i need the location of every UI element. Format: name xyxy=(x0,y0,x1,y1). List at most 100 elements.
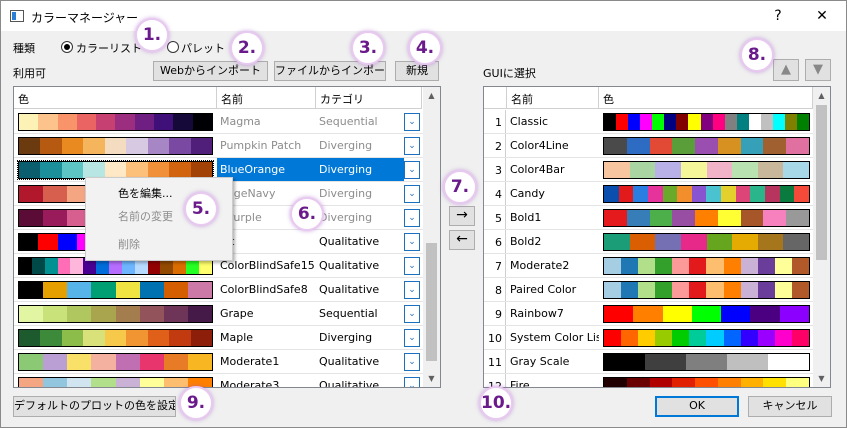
ok-button[interactable]: OK xyxy=(655,396,739,417)
move-down-button[interactable]: ▼ xyxy=(805,59,831,81)
category-dropdown-icon[interactable]: ⌄ xyxy=(404,329,420,347)
row-name: Pumpkin Patch xyxy=(220,139,302,152)
table-row[interactable]: Magma Sequential ⌄ xyxy=(14,110,423,134)
scroll-down-icon[interactable]: ▼ xyxy=(423,370,440,387)
scroll-thumb[interactable] xyxy=(816,105,827,260)
category-dropdown-icon[interactable]: ⌄ xyxy=(404,353,420,371)
new-button[interactable]: 新規 xyxy=(395,61,439,81)
table-row[interactable]: ColorBlindSafe8 Qualitative ⌄ xyxy=(14,278,423,302)
callout-9: 9. xyxy=(179,386,213,420)
callout-10: 10. xyxy=(479,386,513,420)
row-index: 4 xyxy=(484,182,506,206)
menu-item-edit-color[interactable]: 色を編集... xyxy=(118,185,173,201)
gui-color-table[interactable]: 名前 色 1 Classic 2 Color4Line 3 Color4Bar 4 Candy… xyxy=(483,86,831,388)
table-row[interactable]: 5 Bold1 xyxy=(484,206,813,230)
color-swatch-strip xyxy=(603,377,810,387)
callout-4: 4. xyxy=(408,31,442,65)
col-header-category[interactable]: カテゴリ xyxy=(316,87,422,109)
color-manager-dialog: カラーマネージャー ? ✕ 種類 カラーリスト パレット 利用可 Webからイン… xyxy=(0,0,847,428)
col-header-color[interactable]: 色 xyxy=(599,87,813,109)
close-button[interactable]: ✕ xyxy=(809,5,835,27)
cancel-button[interactable]: キャンセル xyxy=(748,396,832,417)
category-dropdown-icon[interactable]: ⌄ xyxy=(404,233,420,251)
radio-colorlist-label[interactable]: カラーリスト xyxy=(76,40,142,56)
table-row[interactable]: 1 Classic xyxy=(484,110,813,134)
menu-item-rename[interactable]: 名前の変更 xyxy=(118,208,173,224)
table-row[interactable]: Moderate3 Qualitative ⌄ xyxy=(14,374,423,388)
table-row[interactable]: 10 System Color List xyxy=(484,326,813,350)
help-button[interactable]: ? xyxy=(765,5,791,27)
menu-item-delete[interactable]: 削除 xyxy=(118,236,140,252)
table-row[interactable]: 2 Color4Line xyxy=(484,134,813,158)
move-left-button[interactable]: ← xyxy=(449,230,475,250)
scroll-up-icon[interactable]: ▲ xyxy=(813,87,830,104)
table-row[interactable]: Pumpkin Patch Diverging ⌄ xyxy=(14,134,423,158)
arrow-right-icon: → xyxy=(456,207,468,223)
row-index: 5 xyxy=(484,206,506,230)
row-category: Sequential xyxy=(319,307,378,320)
row-index: 6 xyxy=(484,230,506,254)
col-header-color[interactable]: 色 xyxy=(14,87,217,109)
color-swatch-strip xyxy=(603,113,810,131)
category-dropdown-icon[interactable]: ⌄ xyxy=(404,257,420,275)
color-swatch-strip xyxy=(18,113,213,131)
table-row[interactable]: Moderate1 Qualitative ⌄ xyxy=(14,350,423,374)
table-row[interactable]: 4 Candy xyxy=(484,182,813,206)
color-swatch-strip xyxy=(18,329,213,347)
table-row[interactable]: 6 Bold2 xyxy=(484,230,813,254)
col-header-index xyxy=(484,87,507,109)
left-scrollbar[interactable]: ▲ ▼ xyxy=(423,87,440,387)
category-dropdown-icon[interactable]: ⌄ xyxy=(404,137,420,155)
table-row[interactable]: 3 Color4Bar xyxy=(484,158,813,182)
scroll-down-icon[interactable]: ▼ xyxy=(813,370,830,387)
row-category: Qualitative xyxy=(319,355,380,368)
arrow-up-icon: ▲ xyxy=(781,62,791,77)
category-dropdown-icon[interactable]: ⌄ xyxy=(404,113,420,131)
category-dropdown-icon[interactable]: ⌄ xyxy=(404,185,420,203)
col-header-name[interactable]: 名前 xyxy=(507,87,599,109)
row-name: System Color List xyxy=(510,331,599,344)
type-label: 種類 xyxy=(13,42,35,55)
radio-palette-label[interactable]: パレット xyxy=(181,40,225,56)
color-swatch-strip xyxy=(603,161,810,179)
table-row[interactable]: 12 Fire xyxy=(484,374,813,387)
table-row[interactable]: 7 Moderate2 xyxy=(484,254,813,278)
table-row[interactable]: 11 Gray Scale xyxy=(484,350,813,374)
category-dropdown-icon[interactable]: ⌄ xyxy=(404,281,420,299)
row-category: Qualitative xyxy=(319,379,380,388)
table-row[interactable]: 9 Rainbow7 xyxy=(484,302,813,326)
row-name: Moderate2 xyxy=(510,259,570,272)
radio-palette[interactable] xyxy=(167,41,179,53)
scroll-thumb[interactable] xyxy=(426,243,437,361)
color-swatch-strip xyxy=(18,281,213,299)
radio-colorlist[interactable] xyxy=(61,41,73,53)
set-default-plot-colors-button[interactable]: デフォルトのプロットの色を設定 xyxy=(13,396,176,417)
color-swatch-strip xyxy=(18,305,213,323)
color-swatch-strip xyxy=(18,353,213,371)
row-category: Diverging xyxy=(319,139,373,152)
row-index: 10 xyxy=(484,326,506,350)
table-row[interactable]: Grape Sequential ⌄ xyxy=(14,302,423,326)
category-dropdown-icon[interactable]: ⌄ xyxy=(404,161,420,179)
callout-2: 2. xyxy=(230,31,264,65)
category-dropdown-icon[interactable]: ⌄ xyxy=(404,377,420,387)
category-dropdown-icon[interactable]: ⌄ xyxy=(404,305,420,323)
color-swatch-strip xyxy=(603,257,810,275)
category-dropdown-icon[interactable]: ⌄ xyxy=(404,209,420,227)
row-category: Diverging xyxy=(319,211,373,224)
table-row[interactable]: Maple Diverging ⌄ xyxy=(14,326,423,350)
row-name: Candy xyxy=(510,187,545,200)
move-up-button[interactable]: ▲ xyxy=(773,59,799,81)
callout-7: 7. xyxy=(443,170,477,204)
row-name: Magma xyxy=(220,115,261,128)
move-right-button[interactable]: → xyxy=(449,206,475,226)
color-swatch-strip xyxy=(603,281,810,299)
row-index: 8 xyxy=(484,278,506,302)
row-index: 9 xyxy=(484,302,506,326)
title-bar: カラーマネージャー ? ✕ xyxy=(1,1,846,31)
col-header-name[interactable]: 名前 xyxy=(217,87,316,109)
app-icon xyxy=(10,10,24,22)
table-row[interactable]: 8 Paired Color xyxy=(484,278,813,302)
scroll-up-icon[interactable]: ▲ xyxy=(423,87,440,104)
right-scrollbar[interactable]: ▲ ▼ xyxy=(813,87,830,387)
